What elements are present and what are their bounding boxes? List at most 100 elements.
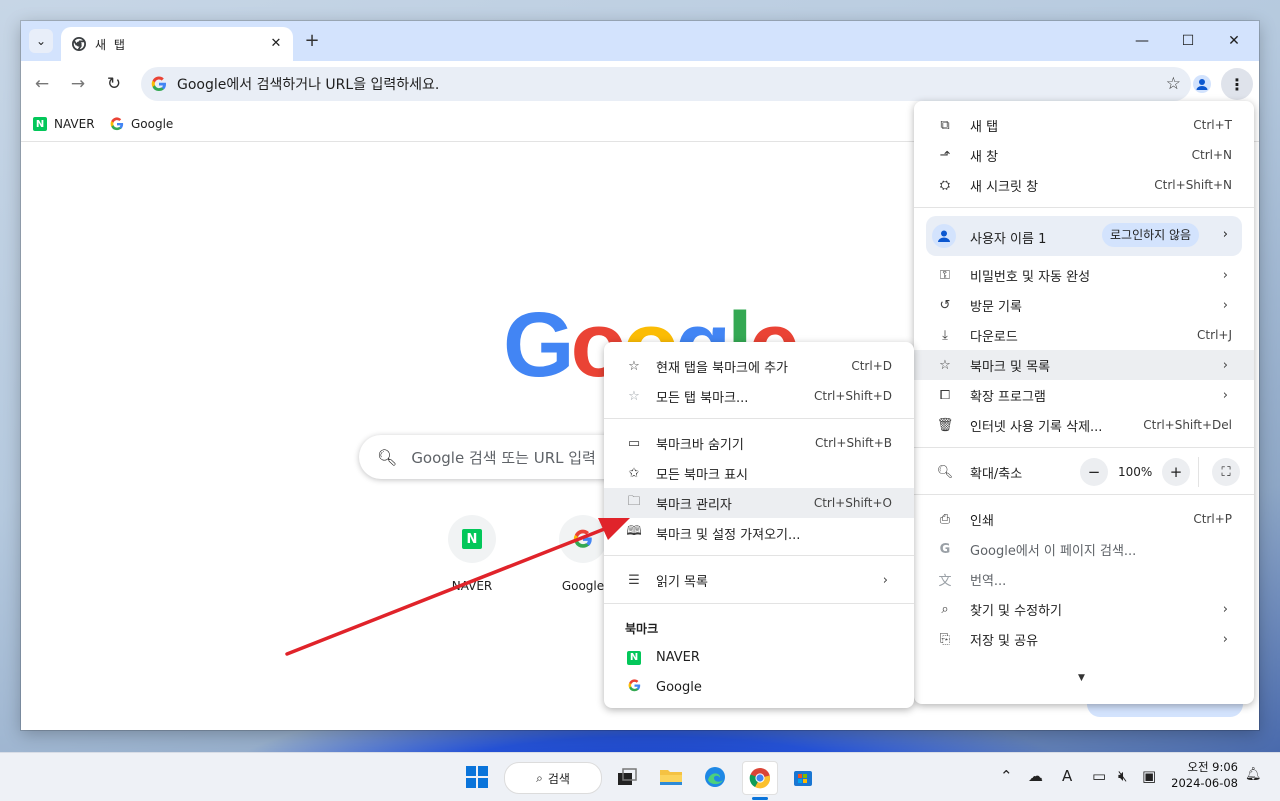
menu-item-translate[interactable]: 文 번역... [914, 564, 1254, 594]
menu-label: 저장 및 공유 [970, 633, 1039, 649]
submenu-item-hide-bar[interactable]: ▭ 북마크바 숨기기 Ctrl+Shift+B [604, 428, 914, 458]
store-button[interactable] [786, 761, 820, 793]
menu-label: 북마크 및 목록 [970, 359, 1051, 375]
clock-time: 오전 9:06 [1187, 760, 1238, 774]
minimize-button[interactable]: — [1119, 21, 1165, 61]
kebab-icon: ⋮ [1229, 74, 1245, 94]
menu-item-extensions[interactable]: ⧠ 확장 프로그램 › [914, 380, 1254, 410]
tab-strip: ⌄ 새 탭 ✕ + — ☐ ✕ [21, 21, 1259, 61]
menu-item-passwords[interactable]: ⚿ 비밀번호 및 자동 완성 › [914, 260, 1254, 290]
edge-button[interactable] [698, 761, 732, 793]
google-g-icon [110, 117, 124, 131]
naver-icon: N [462, 529, 482, 549]
task-view-icon [618, 768, 637, 785]
translate-icon: 文 [938, 573, 952, 589]
file-explorer-button[interactable] [654, 761, 688, 793]
chevron-right-icon: › [1222, 631, 1228, 647]
reload-button[interactable]: ↻ [101, 71, 127, 97]
menu-divider [604, 418, 914, 419]
cloud-off-icon[interactable]: ☁ [1028, 767, 1043, 785]
close-window-button[interactable]: ✕ [1211, 21, 1257, 61]
menu-label: 새 시크릿 창 [970, 179, 1039, 195]
menu-item-clear-data[interactable]: 🗑︎ 인터넷 사용 기록 삭제... Ctrl+Shift+Del [914, 410, 1254, 440]
find-icon: ⌕ [941, 601, 949, 617]
folder-edit-icon: 🗀︎ [627, 494, 641, 509]
save-share-icon: ⎘ [939, 631, 951, 647]
menu-label: 새 창 [970, 149, 999, 165]
bookmark-google[interactable]: Google [110, 113, 173, 135]
chevron-right-icon: › [1222, 601, 1228, 617]
menu-label: Google [656, 679, 702, 695]
menu-label: 새 탭 [970, 119, 999, 135]
profile-status-badge: 로그인하지 않음 [1102, 223, 1200, 247]
menu-item-find-edit[interactable]: ⌕ 찾기 및 수정하기 › [914, 594, 1254, 624]
omnibox[interactable]: Google에서 검색하거나 URL을 입력하세요. ☆ [141, 67, 1191, 101]
menu-item-bookmarks[interactable]: ☆ 북마크 및 목록 › [914, 350, 1254, 380]
taskbar-search[interactable]: ⌕ 검색 [504, 762, 602, 794]
menu-label: 확대/축소 [970, 466, 1023, 482]
shortcut-naver[interactable]: N NAVER [424, 515, 520, 593]
ime-icon[interactable]: A [1062, 767, 1072, 785]
tab-search-button[interactable]: ⌄ [29, 29, 53, 53]
bookmark-naver[interactable]: N NAVER [33, 113, 95, 135]
chevron-right-icon: › [1222, 267, 1228, 283]
menu-label: 모든 북마크 표시 [656, 467, 748, 483]
scroll-down-icon[interactable]: ▼ [1078, 673, 1085, 683]
submenu-bookmark-google[interactable]: Google [604, 672, 914, 702]
start-button[interactable] [460, 761, 494, 793]
clock-date: 2024-06-08 [1171, 776, 1238, 790]
task-view-button[interactable] [610, 761, 644, 793]
notification-bell-icon[interactable]: 🔔︎ [1245, 767, 1262, 782]
folder-icon [660, 770, 682, 785]
submenu-item-reading-list[interactable]: ☰ 읽기 목록 › [604, 565, 914, 595]
submenu-bookmark-naver[interactable]: N NAVER [604, 642, 914, 672]
chevron-right-icon: › [1222, 297, 1228, 313]
menu-item-downloads[interactable]: ⤓ 다운로드 Ctrl+J [914, 320, 1254, 350]
forward-button[interactable]: → [65, 71, 91, 97]
menu-divider [914, 447, 1254, 448]
new-tab-button[interactable]: + [301, 30, 323, 52]
menu-item-print[interactable]: ⎙ 인쇄 Ctrl+P [914, 504, 1254, 534]
menu-button[interactable]: ⋮ [1221, 68, 1253, 100]
battery-icon[interactable]: ▣ [1142, 767, 1156, 785]
submenu-item-add-bookmark[interactable]: ☆ 현재 탭을 북마크에 추가 Ctrl+D [604, 351, 914, 381]
star-icon[interactable]: ☆ [1166, 74, 1181, 94]
menu-shortcut: Ctrl+Shift+B [815, 436, 892, 450]
chevron-up-icon[interactable]: ⌃ [1000, 767, 1013, 785]
menu-shortcut: Ctrl+P [1193, 512, 1232, 526]
download-icon: ⤓ [942, 327, 948, 343]
display-icon[interactable]: ▭ [1092, 767, 1106, 785]
chrome-taskbar-button[interactable] [742, 761, 778, 795]
menu-item-incognito[interactable]: ⛭ 새 시크릿 창 Ctrl+Shift+N [914, 170, 1254, 200]
fullscreen-button[interactable]: ⛶ [1212, 458, 1240, 486]
submenu-item-bookmark-all[interactable]: ☆ 모든 탭 북마크... Ctrl+Shift+D [604, 381, 914, 411]
submenu-item-import[interactable]: 🕮︎ 북마크 및 설정 가져오기... [604, 518, 914, 548]
tab-new-tab[interactable]: 새 탭 ✕ [61, 27, 293, 61]
zoom-out-button[interactable]: − [1080, 458, 1108, 486]
back-button[interactable]: ← [29, 71, 55, 97]
submenu-item-show-all[interactable]: ✩ 모든 북마크 표시 [604, 458, 914, 488]
minus-icon: − [1087, 463, 1101, 481]
chevron-right-icon: › [1222, 227, 1228, 242]
menu-shortcut: Ctrl+Shift+D [814, 389, 892, 403]
stars-icon: ✩ [628, 465, 640, 481]
menu-item-new-tab[interactable]: ⧉ 새 탭 Ctrl+T [914, 110, 1254, 140]
menu-item-new-window[interactable]: ⬏ 새 창 Ctrl+N [914, 140, 1254, 170]
close-icon[interactable]: ✕ [267, 35, 285, 53]
menu-item-search-page[interactable]: G Google에서 이 페이지 검색... [914, 534, 1254, 564]
menu-label: 읽기 목록 [656, 574, 708, 590]
volume-muted-icon[interactable]: 🔇︎ [1118, 767, 1127, 785]
menu-divider [604, 555, 914, 556]
menu-item-profile[interactable]: 사용자 이름 1 로그인하지 않음 › [926, 216, 1242, 256]
menu-shortcut: Ctrl+T [1193, 118, 1232, 132]
google-g-icon [151, 76, 166, 92]
shortcut-icon-bg [559, 515, 607, 563]
system-clock[interactable]: 오전 9:06 2024-06-08 [1164, 759, 1238, 791]
profile-button[interactable] [1189, 71, 1215, 97]
submenu-item-bookmark-manager[interactable]: 🗀︎ 북마크 관리자 Ctrl+Shift+O [604, 488, 914, 518]
menu-item-save-share[interactable]: ⎘ 저장 및 공유 › [914, 624, 1254, 654]
menu-item-history[interactable]: ↺ 방문 기록 › [914, 290, 1254, 320]
chevron-down-icon: ⌄ [35, 34, 47, 48]
zoom-in-button[interactable]: + [1162, 458, 1190, 486]
maximize-button[interactable]: ☐ [1165, 21, 1211, 61]
